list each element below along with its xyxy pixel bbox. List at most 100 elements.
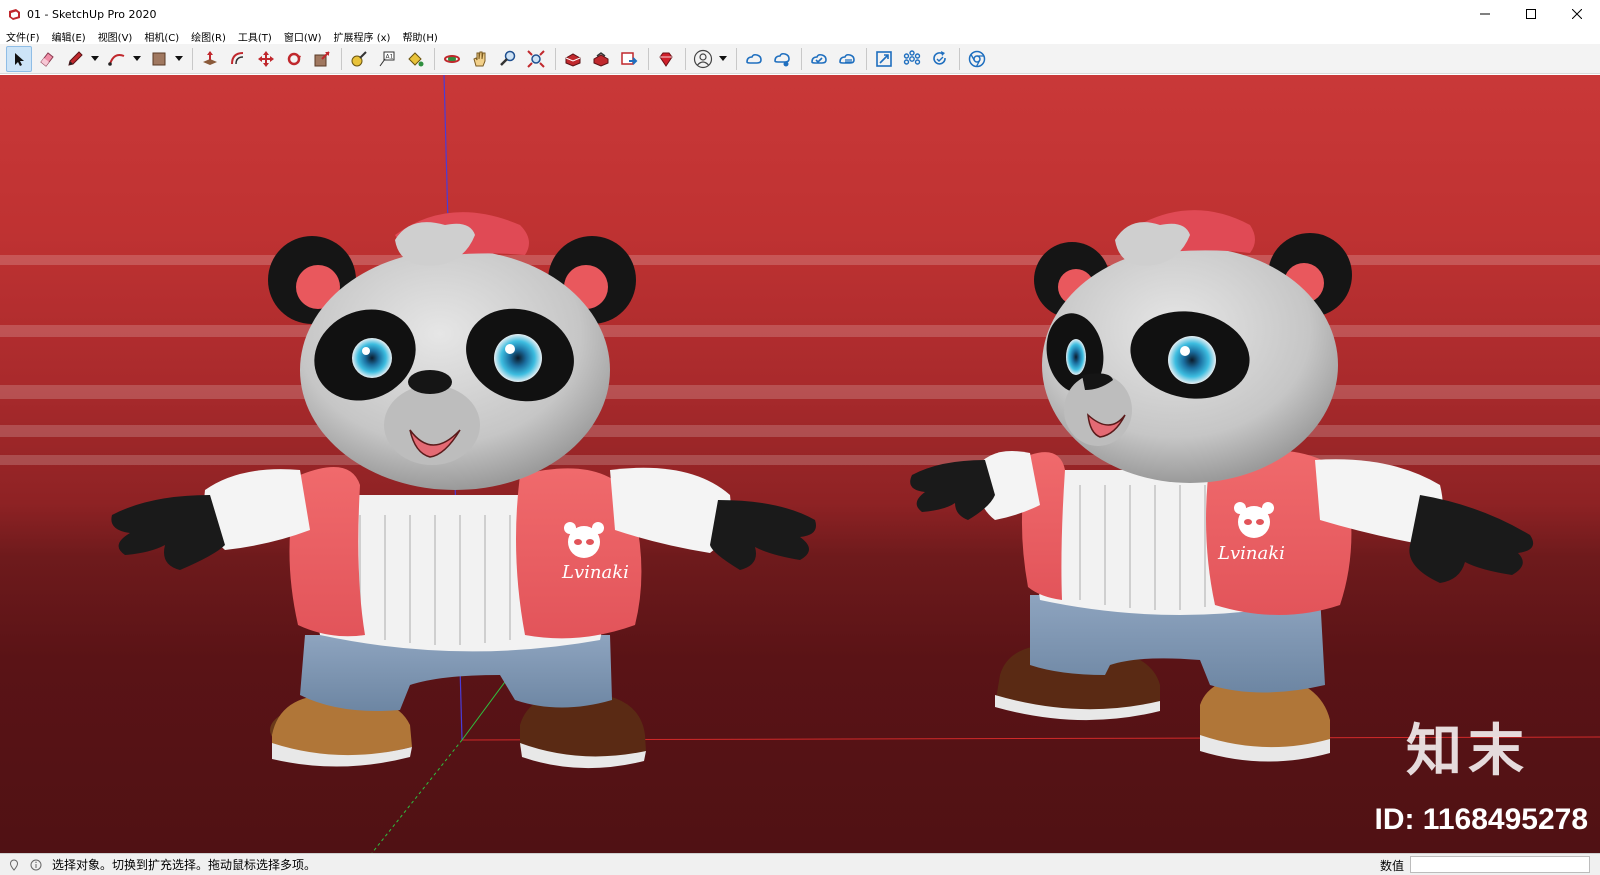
- zoom-extents-tool-button[interactable]: [523, 46, 549, 72]
- jacket-brand-text: Lvinaki: [561, 562, 629, 583]
- move-icon: [258, 50, 274, 67]
- menu-bar: 文件(F) 编辑(E) 视图(V) 相机(C) 绘图(R) 工具(T) 窗口(W…: [0, 28, 1600, 44]
- network-button[interactable]: [899, 46, 925, 72]
- title-bar: 01 - SketchUp Pro 2020: [0, 0, 1600, 28]
- minimize-button[interactable]: [1462, 0, 1508, 28]
- chrome-button[interactable]: [964, 46, 990, 72]
- toolbar-separator: [341, 47, 342, 70]
- scene-canvas: Lvinaki Lvinaki: [0, 75, 1600, 853]
- ruby-icon: [659, 52, 673, 67]
- account-dropdown[interactable]: [718, 46, 728, 72]
- info-icon[interactable]: [28, 857, 44, 873]
- chevron-down-icon: [175, 55, 183, 61]
- push-pull-tool-button[interactable]: [197, 46, 223, 72]
- pan-icon: [473, 51, 486, 66]
- trimble-share-icon: [774, 52, 790, 66]
- toolbar-separator: [866, 47, 867, 70]
- send-to-layout-button[interactable]: [616, 46, 642, 72]
- close-button[interactable]: [1554, 0, 1600, 28]
- menu-view[interactable]: 视图(V): [98, 29, 133, 44]
- maximize-button[interactable]: [1508, 0, 1554, 28]
- tape-measure-tool-button[interactable]: [346, 46, 372, 72]
- menu-help[interactable]: 帮助(H): [402, 29, 437, 44]
- menu-extensions[interactable]: 扩展程序 (x): [334, 29, 391, 44]
- layout-send-icon: [621, 51, 638, 65]
- pencil-dropdown[interactable]: [90, 46, 100, 72]
- pencil-icon: [68, 50, 83, 66]
- scale-icon: [314, 50, 330, 66]
- cloud-layers-icon: [839, 53, 855, 64]
- frame-icon: [876, 50, 892, 67]
- background-bands: [0, 255, 1600, 465]
- menu-window[interactable]: 窗口(W): [284, 29, 322, 44]
- frame-button[interactable]: [871, 46, 897, 72]
- offset-tool-button[interactable]: [225, 46, 251, 72]
- svg-text:A1: A1: [386, 53, 394, 60]
- arc-icon: [108, 53, 125, 66]
- toolbar-separator: [434, 47, 435, 70]
- rectangle-icon: [152, 52, 166, 65]
- arc-dropdown[interactable]: [132, 46, 142, 72]
- model-viewport[interactable]: Lvinaki Lvinaki 知末 ID: 1168495278: [0, 75, 1600, 853]
- refresh-icon: [933, 50, 946, 65]
- network-icon: [903, 49, 921, 65]
- trimble-share-button[interactable]: [769, 46, 795, 72]
- pan-tool-button[interactable]: [467, 46, 493, 72]
- toolbar-separator: [959, 47, 960, 70]
- cloud-sync-button[interactable]: [806, 46, 832, 72]
- maximize-icon: [1526, 9, 1536, 19]
- toolbar-separator: [736, 47, 737, 70]
- paint-bucket-tool-button[interactable]: [402, 46, 428, 72]
- ruby-console-button[interactable]: [653, 46, 679, 72]
- minimize-icon: [1480, 13, 1490, 15]
- status-message: 选择对象。切换到扩充选择。拖动鼠标选择多项。: [52, 858, 317, 872]
- cloud-sync-icon: [811, 53, 827, 64]
- sketchup-logo-icon: [7, 7, 21, 21]
- eraser-icon: [40, 51, 54, 67]
- zoom-tool-button[interactable]: [495, 46, 521, 72]
- toolbar-separator: [555, 47, 556, 70]
- account-button[interactable]: [690, 46, 716, 72]
- toolbar-separator: [685, 47, 686, 70]
- rectangle-dropdown[interactable]: [174, 46, 184, 72]
- extension-warehouse-button[interactable]: [588, 46, 614, 72]
- status-bar: 选择对象。切换到扩充选择。拖动鼠标选择多项。 数值: [0, 853, 1600, 875]
- rectangle-tool-button[interactable]: [146, 46, 172, 72]
- geo-location-icon[interactable]: [6, 857, 22, 873]
- orbit-tool-button[interactable]: [439, 46, 465, 72]
- menu-camera[interactable]: 相机(C): [144, 29, 179, 44]
- window-title: 01 - SketchUp Pro 2020: [27, 7, 157, 21]
- orbit-icon: [444, 54, 460, 63]
- menu-edit[interactable]: 编辑(E): [52, 29, 86, 44]
- toolbar-separator: [192, 47, 193, 70]
- tape-measure-icon: [351, 50, 367, 66]
- jacket-brand-text-right: Lvinaki: [1217, 543, 1285, 564]
- panda-model-front: Lvinaki: [111, 212, 816, 769]
- measurements-input[interactable]: [1410, 856, 1590, 873]
- refresh-button[interactable]: [927, 46, 953, 72]
- window-controls: [1462, 0, 1600, 28]
- menu-draw[interactable]: 绘图(R): [191, 29, 226, 44]
- cloud-layers-button[interactable]: [834, 46, 860, 72]
- menu-file[interactable]: 文件(F): [6, 29, 40, 44]
- rotate-tool-button[interactable]: [281, 46, 307, 72]
- 3d-warehouse-button[interactable]: [560, 46, 586, 72]
- chevron-down-icon: [719, 55, 727, 61]
- pencil-tool-button[interactable]: [62, 46, 88, 72]
- move-tool-button[interactable]: [253, 46, 279, 72]
- extension-warehouse-icon: [593, 51, 609, 67]
- scale-tool-button[interactable]: [309, 46, 335, 72]
- panda-model-angled: Lvinaki: [910, 210, 1534, 762]
- zoom-extents-icon: [527, 49, 545, 68]
- menu-tools[interactable]: 工具(T): [238, 29, 272, 44]
- text-tool-button[interactable]: A1: [374, 46, 400, 72]
- watermark-id: ID: 1168495278: [1374, 803, 1588, 836]
- green-axis: [461, 674, 511, 741]
- trimble-connect-button[interactable]: [741, 46, 767, 72]
- chevron-down-icon: [133, 55, 141, 61]
- toolbar-separator: [801, 47, 802, 70]
- eraser-tool-button[interactable]: [34, 46, 60, 72]
- arc-tool-button[interactable]: [104, 46, 130, 72]
- watermark-logo: 知末: [1406, 719, 1530, 784]
- select-tool-button[interactable]: [6, 45, 32, 72]
